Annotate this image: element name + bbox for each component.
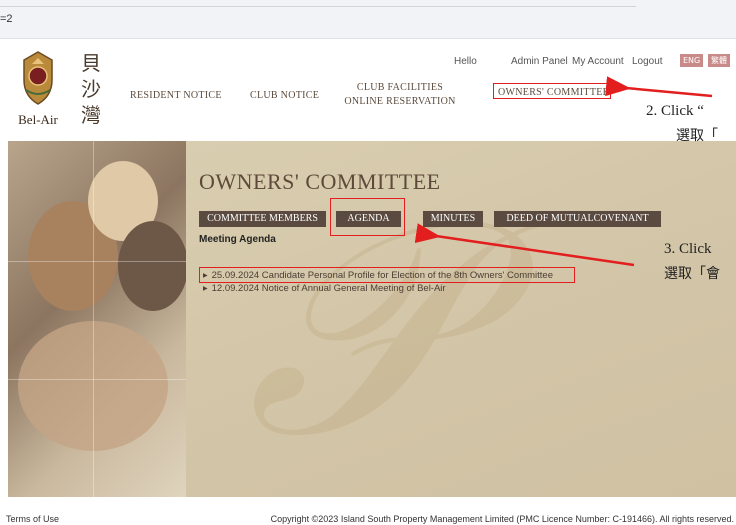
annotation-step2-cn: 選取「: [676, 128, 718, 144]
site-footer: Terms of Use Copyright ©2023 Island Sout…: [0, 498, 736, 525]
arrow-step3: [414, 223, 635, 267]
annotation-step3-cn: 選取「會: [664, 266, 720, 282]
arrow-step2: [605, 76, 713, 98]
copyright-text: Copyright ©2023 Island South Property Ma…: [270, 514, 734, 524]
annotation-arrows: [414, 76, 713, 267]
annotation-step3: 3. Click: [664, 241, 712, 257]
annotation-step2: 2. Click “: [646, 103, 704, 119]
terms-of-use-link[interactable]: Terms of Use: [6, 514, 59, 524]
